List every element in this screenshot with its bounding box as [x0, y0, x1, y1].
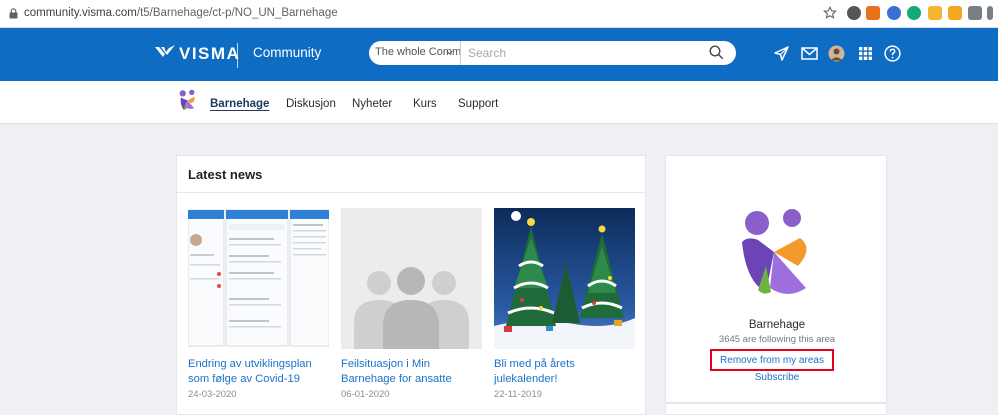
subscribe-link[interactable]: Subscribe	[666, 372, 888, 383]
nav-item-diskusjon[interactable]: Diskusjon	[286, 98, 336, 110]
news-item-date: 22-11-2019	[494, 389, 542, 400]
divider	[177, 192, 647, 193]
christmas-trees-image	[494, 208, 635, 349]
news-item-title[interactable]: Bli med på årets julekalender!	[494, 357, 635, 387]
visma-logo-icon[interactable]	[155, 44, 175, 58]
nav-item-support[interactable]: Support	[458, 98, 498, 110]
news-thumbnail[interactable]	[494, 208, 635, 349]
news-item[interactable]: Endring av utviklingsplan som følge av C…	[188, 208, 329, 400]
remove-from-my-areas-button[interactable]: Remove from my areas	[710, 349, 834, 371]
area-name: Barnehage	[748, 319, 806, 331]
search-box: The whole Comm	[369, 41, 736, 65]
news-item-title[interactable]: Feilsituasjon i Min Barnehage for ansatt…	[341, 357, 482, 387]
brand-name[interactable]: VISMA	[179, 44, 240, 64]
area-info-card: Barnehage 3645 are following this area R…	[665, 155, 887, 403]
barnehage-logo-icon	[742, 209, 807, 294]
news-thumbnail[interactable]	[341, 208, 482, 349]
extension-off-icon[interactable]	[866, 6, 880, 20]
lock-icon	[9, 8, 18, 19]
extension-shield-icon[interactable]	[887, 6, 901, 20]
user-avatar-icon[interactable]	[828, 45, 845, 62]
news-thumbnail[interactable]	[188, 208, 329, 349]
extension-folder-icon[interactable]	[928, 6, 942, 20]
apps-grid-icon[interactable]	[857, 45, 874, 62]
news-item-date: 06-01-2020	[341, 389, 390, 400]
nav-item-nyheter[interactable]: Nyheter	[352, 98, 392, 110]
section-title[interactable]: Community	[253, 45, 321, 60]
search-input[interactable]	[461, 41, 701, 65]
latest-news-heading: Latest news	[188, 167, 263, 182]
secondary-side-card	[665, 403, 887, 415]
mail-icon[interactable]	[801, 45, 818, 62]
extension-more-icon[interactable]	[987, 6, 993, 20]
sub-navigation: Barnehage Diskusjon Nyheter Kurs Support	[0, 81, 998, 124]
browser-address-bar[interactable]: community.visma.com/t5/Barnehage/ct-p/NO…	[0, 0, 998, 28]
news-item-date: 24-03-2020	[188, 389, 237, 400]
news-item[interactable]: Bli med på årets julekalender! 22-11-201…	[494, 208, 635, 400]
camera-icon[interactable]	[968, 6, 982, 20]
nav-item-kurs[interactable]: Kurs	[413, 98, 437, 110]
latest-news-card: Latest news Endring av utviklingsplan so…	[176, 155, 647, 415]
barnehage-logo-icon[interactable]	[178, 89, 197, 112]
paper-plane-icon[interactable]	[773, 45, 790, 62]
news-item-title[interactable]: Endring av utviklingsplan som følge av C…	[188, 357, 329, 387]
extension-icon[interactable]	[847, 6, 861, 20]
extension-note-icon[interactable]	[948, 6, 962, 20]
app-screens-image	[188, 208, 329, 349]
help-icon[interactable]	[884, 45, 901, 62]
header-divider	[237, 43, 238, 68]
grammarly-icon[interactable]	[907, 6, 921, 20]
chevron-down-icon	[446, 50, 453, 55]
follower-count: 3645 are following this area	[718, 334, 836, 345]
url-text[interactable]: community.visma.com/t5/Barnehage/ct-p/NO…	[24, 7, 338, 19]
news-item[interactable]: Feilsituasjon i Min Barnehage for ansatt…	[341, 208, 482, 400]
nav-item-barnehage[interactable]: Barnehage	[210, 98, 269, 110]
search-icon[interactable]	[709, 45, 724, 60]
star-icon[interactable]	[823, 6, 837, 20]
people-placeholder-image	[341, 208, 482, 349]
